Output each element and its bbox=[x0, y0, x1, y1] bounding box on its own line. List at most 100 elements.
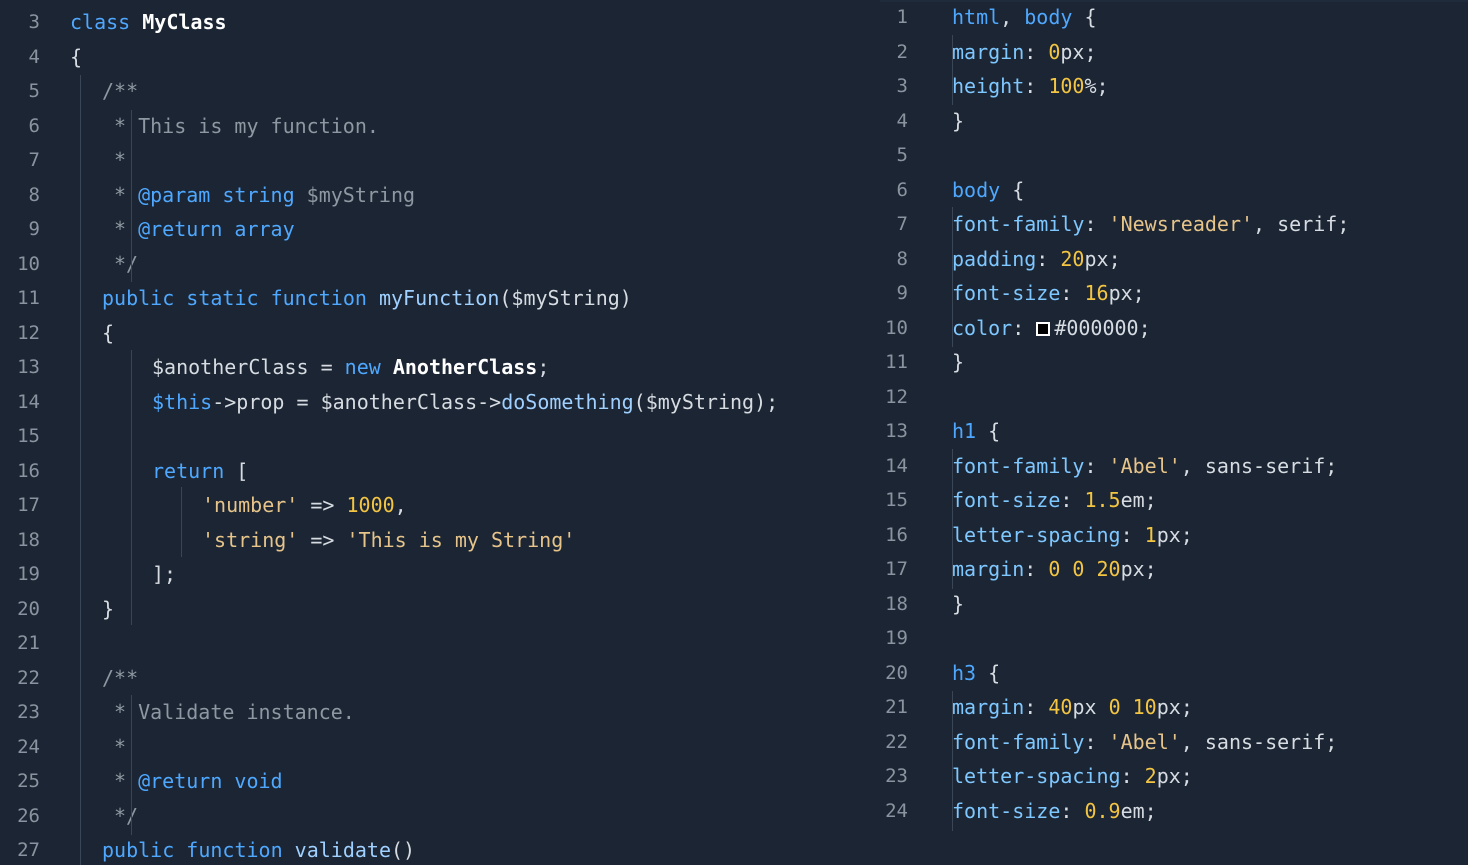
code-text: font-family: 'Abel', sans-serif; bbox=[920, 730, 1337, 754]
line-number: 19 bbox=[885, 627, 908, 650]
code-token: } bbox=[952, 108, 965, 133]
code-text: } bbox=[920, 350, 964, 374]
code-line[interactable]: 1 html, body { bbox=[880, 0, 1468, 35]
indent-guide bbox=[952, 207, 953, 347]
code-token: : bbox=[1084, 729, 1109, 754]
code-text: { bbox=[52, 321, 114, 345]
code-line[interactable]: 16 return [ bbox=[0, 454, 880, 489]
code-token: } bbox=[952, 350, 965, 375]
line-number: 23 bbox=[885, 765, 908, 788]
code-line[interactable]: 23 letter-spacing: 2px; bbox=[880, 759, 1468, 794]
line-number: 8 bbox=[896, 247, 908, 270]
code-token: /** bbox=[102, 79, 139, 104]
code-line[interactable]: 6 body { bbox=[880, 173, 1468, 208]
code-token: , sans-serif; bbox=[1180, 729, 1338, 754]
code-token: 100 bbox=[1048, 74, 1085, 99]
code-token: font-size bbox=[952, 798, 1061, 823]
code-token: 2 bbox=[1144, 764, 1157, 789]
code-line[interactable]: 16 letter-spacing: 1px; bbox=[880, 518, 1468, 553]
code-line[interactable]: 3 class MyClass bbox=[0, 5, 880, 40]
code-line[interactable]: 19]; bbox=[0, 557, 880, 592]
code-line[interactable]: 13 $anotherClass = new AnotherClass; bbox=[0, 350, 880, 385]
code-token: return bbox=[152, 458, 237, 483]
php-editor-pane[interactable]: 3 class MyClass 4{5/** 6 * This is my functi… bbox=[0, 0, 880, 865]
code-text: ]; bbox=[52, 562, 176, 586]
code-line[interactable]: 17 'number' => 1000, bbox=[0, 488, 880, 523]
code-line[interactable]: 27 public function validate() bbox=[0, 833, 880, 865]
code-line[interactable]: 8 padding: 20px; bbox=[880, 242, 1468, 277]
code-line[interactable]: 7 font-family: 'Newsreader', serif; bbox=[880, 207, 1468, 242]
code-line[interactable]: 15 font-size: 1.5em; bbox=[880, 483, 1468, 518]
code-line[interactable]: 21 margin: 40px 0 10px; bbox=[880, 690, 1468, 725]
line-number: 16 bbox=[885, 523, 908, 546]
code-line[interactable]: 8 * @param string $myString bbox=[0, 178, 880, 213]
code-line[interactable]: 22 /** bbox=[0, 661, 880, 696]
code-text: { bbox=[52, 45, 82, 69]
code-line[interactable]: 5 bbox=[880, 138, 1468, 173]
code-line[interactable]: 4{ bbox=[0, 40, 880, 75]
code-line[interactable]: 10 color: #000000; bbox=[880, 311, 1468, 346]
line-number: 3 bbox=[28, 11, 40, 34]
code-text: body { bbox=[920, 178, 1024, 202]
code-line[interactable]: 12 { bbox=[0, 316, 880, 351]
code-token: px; bbox=[1108, 281, 1145, 306]
code-token: ($myString) bbox=[499, 286, 632, 311]
code-token: : bbox=[1120, 764, 1145, 789]
code-line[interactable]: 6 * This is my function. bbox=[0, 109, 880, 144]
code-line[interactable]: 18 'string' => 'This is my String' bbox=[0, 523, 880, 558]
css-editor-pane[interactable]: 1 html, body {2 margin: 0px; 3 height: 100%;… bbox=[880, 0, 1468, 865]
code-token: } bbox=[102, 596, 115, 621]
code-text: return [ bbox=[52, 459, 248, 483]
code-line[interactable]: 9 * @return array bbox=[0, 212, 880, 247]
code-line[interactable]: 11 public static function myFunction($myS… bbox=[0, 281, 880, 316]
code-line[interactable]: 21 bbox=[0, 626, 880, 661]
code-line[interactable]: 7 * bbox=[0, 143, 880, 178]
code-line[interactable]: 15 bbox=[0, 419, 880, 454]
code-token: 'Newsreader' bbox=[1108, 212, 1254, 237]
line-number: 3 bbox=[896, 75, 908, 98]
code-token: , bbox=[394, 493, 407, 518]
code-token: font-size bbox=[952, 488, 1061, 513]
code-line[interactable]: 11} bbox=[880, 345, 1468, 380]
code-line[interactable]: 4} bbox=[880, 104, 1468, 139]
code-line[interactable]: 10 */ bbox=[0, 247, 880, 282]
code-line[interactable]: 24 * bbox=[0, 730, 880, 765]
code-token: , bbox=[1000, 5, 1025, 30]
code-line[interactable]: 24 font-size: 0.9em; bbox=[880, 794, 1468, 829]
code-token: * bbox=[114, 217, 139, 242]
code-line[interactable]: 2 margin: 0px; bbox=[880, 35, 1468, 70]
code-line[interactable]: 12 bbox=[880, 380, 1468, 415]
code-token: ]; bbox=[152, 562, 177, 587]
code-line[interactable]: 23 * Validate instance. bbox=[0, 695, 880, 730]
code-token: margin bbox=[952, 695, 1025, 720]
line-number: 22 bbox=[885, 730, 908, 753]
code-line[interactable]: 14 font-family: 'Abel', sans-serif; bbox=[880, 449, 1468, 484]
code-line[interactable]: 25 * @return void bbox=[0, 764, 880, 799]
code-token: 1 bbox=[1144, 522, 1157, 547]
code-line[interactable]: 20} bbox=[0, 592, 880, 627]
code-text: $anotherClass = new AnotherClass; bbox=[52, 355, 549, 379]
indent-guide bbox=[181, 487, 182, 557]
line-number: 13 bbox=[885, 420, 908, 443]
code-token: : bbox=[1024, 557, 1049, 582]
code-token: font-family bbox=[952, 453, 1085, 478]
code-line[interactable]: 17 margin: 0 0 20px; bbox=[880, 552, 1468, 587]
line-number: 1 bbox=[896, 6, 908, 29]
code-line[interactable]: 22 font-family: 'Abel', sans-serif; bbox=[880, 725, 1468, 760]
code-line[interactable]: 19 bbox=[880, 621, 1468, 656]
code-token: => bbox=[298, 493, 347, 518]
code-line[interactable]: 20 h3 { bbox=[880, 656, 1468, 691]
code-line[interactable]: 14 $this->prop = $anotherClass->doSomethi… bbox=[0, 385, 880, 420]
code-line[interactable]: 5 /** bbox=[0, 74, 880, 109]
code-line[interactable]: 9 font-size: 16px; bbox=[880, 276, 1468, 311]
code-text: margin: 40px 0 10px; bbox=[920, 695, 1193, 719]
code-line[interactable]: 26 */ bbox=[0, 799, 880, 834]
code-line[interactable]: 13 h1 { bbox=[880, 414, 1468, 449]
code-line[interactable]: 18} bbox=[880, 587, 1468, 622]
code-token: public function bbox=[102, 838, 295, 863]
code-text: * @return array bbox=[52, 217, 295, 241]
code-token: 'Abel' bbox=[1108, 453, 1181, 478]
code-line[interactable]: 3 height: 100%; bbox=[880, 69, 1468, 104]
code-token: * Validate instance. bbox=[114, 700, 355, 725]
code-text: * Validate instance. bbox=[52, 700, 355, 724]
